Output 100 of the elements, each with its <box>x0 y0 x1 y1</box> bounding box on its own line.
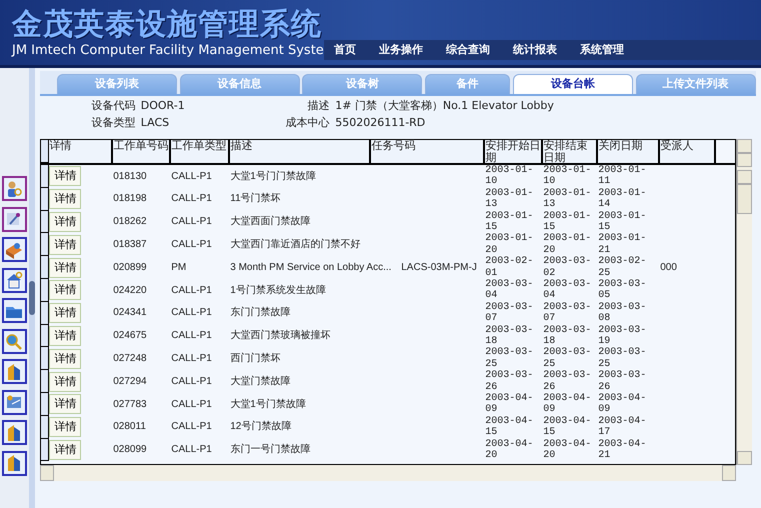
row-selector[interactable] <box>41 438 50 462</box>
table-cell-text: 2003-03-08 <box>598 302 648 325</box>
table-cell: 大堂1号门禁故障 <box>230 398 306 410</box>
nav-link-item[interactable]: 系统管理 <box>580 42 647 58</box>
table-cell-text: 2003-03-07 <box>485 302 534 325</box>
table-cell: 028011 <box>113 421 146 432</box>
table-cell-text: 2003-01-10 <box>543 165 592 188</box>
table-cell: 024341 <box>113 307 147 318</box>
table-cell-text: 2003-03-04 <box>543 278 592 302</box>
column-header: 描述 <box>230 140 372 163</box>
row-selector[interactable] <box>41 278 50 302</box>
table-cell: PM <box>171 262 186 273</box>
details-button[interactable]: 详情 <box>49 212 82 232</box>
table-cell-text: 2003-04-09 <box>598 392 648 416</box>
table-cell: 027783 <box>113 398 147 410</box>
sidebar-button[interactable] <box>2 359 27 384</box>
row-selector[interactable] <box>41 165 50 188</box>
details-button[interactable]: 详情 <box>49 166 82 186</box>
row-selector[interactable] <box>41 302 50 325</box>
details-button[interactable]: 详情 <box>49 258 82 278</box>
row-selector[interactable] <box>41 324 50 348</box>
column-header: 工作单号码 <box>113 140 172 163</box>
column-header: 安排结束日期 <box>543 140 598 163</box>
row-selector[interactable] <box>41 188 50 211</box>
sidebar-button[interactable] <box>2 420 27 445</box>
table-cell-text: 2003-02-01 <box>485 256 534 279</box>
details-button[interactable]: 详情 <box>49 394 82 414</box>
nav-link-item[interactable]: 统计报表 <box>512 42 580 58</box>
details-button[interactable]: 详情 <box>49 440 82 460</box>
table-cell: 3 Month PM Service on Lobby Acc... <box>230 262 392 273</box>
nav-link-item[interactable]: 首页 <box>334 42 379 58</box>
row-selector[interactable] <box>41 347 50 370</box>
sidebar-button[interactable] <box>2 176 27 201</box>
row-selector[interactable] <box>41 233 50 256</box>
sidebar-button[interactable] <box>2 328 27 354</box>
table-cell: 018198 <box>113 193 147 204</box>
table-cell: 028099 <box>113 444 147 456</box>
details-button[interactable]: 详情 <box>49 372 82 392</box>
row-selector[interactable] <box>41 392 50 416</box>
app-subtitle: JM Imtech Computer Facility Management Syste <box>10 42 324 60</box>
table-cell: CALL-P1 <box>171 239 212 250</box>
collapse-handle[interactable] <box>28 281 35 315</box>
table-cell-text: 2003-03-26 <box>598 370 648 393</box>
table-cell: 大堂门禁故障 <box>230 376 290 387</box>
table-cell: 020899 <box>113 262 147 273</box>
scroll-thumb[interactable] <box>736 184 752 214</box>
vertical-scrollbar[interactable] <box>736 139 752 465</box>
table-cell-text: 2003-01-13 <box>543 188 592 211</box>
sidebar-button[interactable] <box>2 390 27 414</box>
table-cell: 东门一号门禁故障 <box>230 444 310 456</box>
table-cell-text: 2003-04-20 <box>485 438 534 462</box>
table-cell-text: 2003-01-15 <box>598 210 648 233</box>
table-cell: 018262 <box>113 216 147 228</box>
table-cell: CALL-P1 <box>171 330 212 342</box>
details-button[interactable]: 详情 <box>49 189 82 210</box>
row-selector[interactable] <box>41 210 50 234</box>
sidebar-button[interactable] <box>2 206 27 232</box>
column-header: 详情 <box>49 140 114 163</box>
table-cell-text: 2003-04-17 <box>598 416 648 439</box>
column-header: 受派人 <box>660 140 716 163</box>
table-cell-text: 2003-03-18 <box>543 324 592 347</box>
table-cell-text: 2003-01-15 <box>543 210 592 233</box>
sidebar-button[interactable] <box>2 237 27 262</box>
table-cell: CALL-P1 <box>171 444 212 456</box>
table-cell: CALL-P1 <box>171 193 212 204</box>
sidebar-button[interactable] <box>2 298 27 323</box>
table-cell: CALL-P1 <box>171 398 212 410</box>
table-cell-text: 2003-01-21 <box>598 233 648 256</box>
field-value: DOOR-1 <box>140 98 185 114</box>
column-header: 安排开始日期 <box>485 140 544 163</box>
details-button[interactable]: 详情 <box>49 417 82 438</box>
sidebar-button[interactable] <box>2 268 27 292</box>
row-selector[interactable] <box>41 256 50 279</box>
nav-link-item[interactable]: 业务操作 <box>378 42 446 58</box>
details-button[interactable]: 详情 <box>49 326 82 346</box>
table-cell-text: 2003-02-25 <box>598 256 648 279</box>
details-button[interactable]: 详情 <box>49 234 82 255</box>
table-cell-text: 2003-03-26 <box>485 370 534 393</box>
details-button[interactable]: 详情 <box>49 303 82 324</box>
nav-link-item[interactable]: 综合查询 <box>446 42 513 58</box>
table-cell: 027294 <box>113 376 147 387</box>
sidebar-button[interactable] <box>2 450 27 476</box>
table-cell: 大堂西门禁玻璃被撞坏 <box>230 330 330 342</box>
row-selector[interactable] <box>41 416 50 439</box>
table-cell: CALL-P1 <box>171 353 212 364</box>
table-cell-text: 2003-01-11 <box>598 165 648 188</box>
table-cell-text: 2003-04-15 <box>543 416 592 439</box>
table-cell: 12号门禁故障 <box>230 421 292 432</box>
table-cell-text: 2003-03-26 <box>543 370 592 393</box>
row-selector[interactable] <box>41 370 50 393</box>
field-value: 1# 门禁（大堂客梯）No.1 Elevator Lobby <box>335 98 554 114</box>
details-button[interactable]: 详情 <box>49 280 82 300</box>
table-cell: 西门门禁坏 <box>230 353 280 364</box>
tab[interactable]: 设备台帐 <box>512 74 633 94</box>
field-label: 设备类型 <box>90 114 136 131</box>
table-cell-text: 2003-03-19 <box>598 324 648 347</box>
table-cell-text: 2003-01-13 <box>485 188 534 211</box>
table-cell: 东门门禁故障 <box>230 307 290 318</box>
details-button[interactable]: 详情 <box>49 348 82 369</box>
field-label: 设备代码 <box>90 98 136 114</box>
